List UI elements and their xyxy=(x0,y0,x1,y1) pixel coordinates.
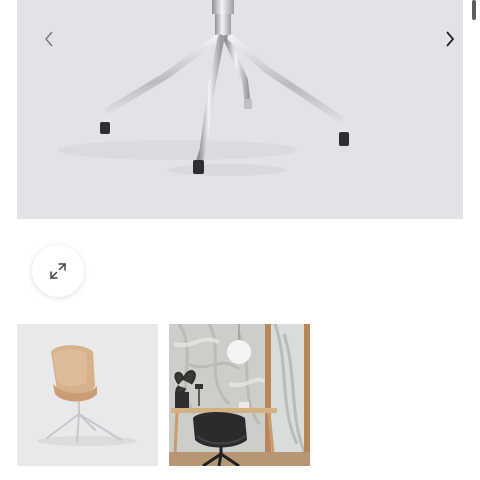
thumbnail-chair-beige[interactable] xyxy=(17,324,158,466)
next-image-button[interactable] xyxy=(444,30,463,56)
beige-chair-image xyxy=(17,324,158,466)
black-chair-desk-image xyxy=(169,324,310,466)
chevron-right-icon xyxy=(446,31,455,47)
product-gallery xyxy=(0,0,480,480)
previous-image-button[interactable] xyxy=(43,30,69,56)
chair-base-illustration xyxy=(57,0,349,176)
main-product-image[interactable] xyxy=(17,0,463,219)
expand-arrows-icon xyxy=(50,263,66,279)
thumbnail-chair-black-desk[interactable] xyxy=(169,324,310,466)
zoom-button[interactable] xyxy=(32,245,84,297)
chevron-left-icon xyxy=(45,31,53,47)
scrollbar-thumb[interactable] xyxy=(472,0,476,20)
